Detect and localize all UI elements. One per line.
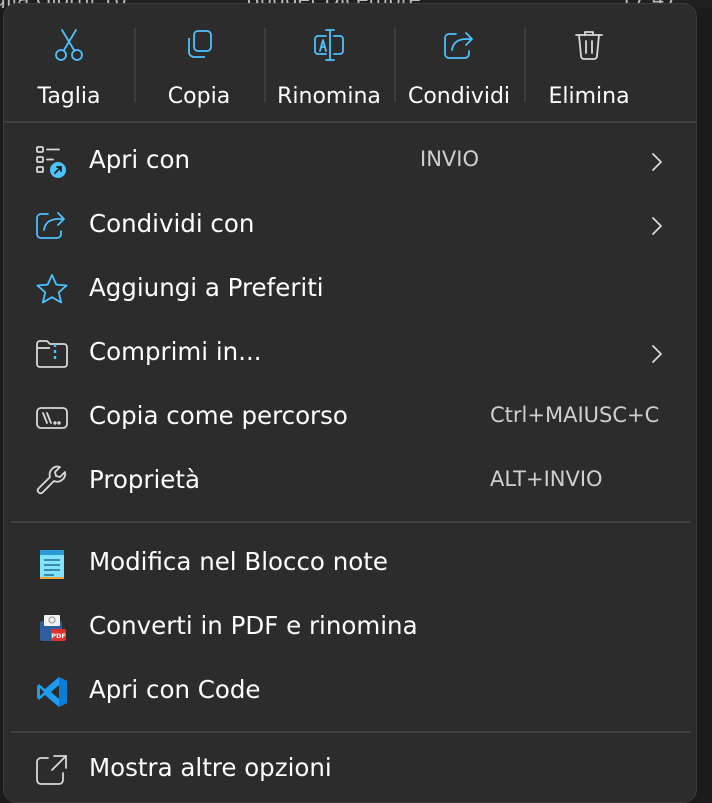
compress-label: Comprimi in... (89, 337, 262, 366)
open-with-icon (34, 144, 70, 180)
convert-pdf-label: Converti in PDF e rinomina (89, 611, 418, 640)
notepad-icon (34, 546, 70, 582)
delete-button[interactable]: Elimina (524, 12, 654, 112)
copy-button[interactable]: Copia (134, 12, 264, 112)
rename-button[interactable]: Rinomina (264, 12, 394, 112)
menu-item-copy-path[interactable]: Copia come percorso Ctrl+MAIUSC+C (12, 388, 688, 448)
zip-folder-icon (34, 336, 70, 372)
menu-item-open-code[interactable]: Apri con Code (12, 662, 688, 722)
share-label: Condividi (407, 84, 511, 109)
share-icon (34, 208, 70, 244)
copy-path-shortcut: Ctrl+MAIUSC+C (490, 403, 660, 427)
properties-label: Proprietà (89, 465, 200, 494)
open-code-label: Apri con Code (89, 675, 261, 704)
menu-item-share-with[interactable]: Condividi con (12, 196, 688, 256)
menu-item-edit-notepad[interactable]: Modifica nel Blocco note (12, 534, 688, 594)
copy-path-icon (34, 400, 70, 436)
menu-item-open-with[interactable]: Apri con INVIO (12, 132, 688, 192)
pdf-icon: PDF (34, 610, 70, 646)
copy-path-label: Copia come percorso (89, 401, 348, 430)
scissors-icon (52, 28, 86, 62)
menu-item-more-options[interactable]: Mostra altre opzioni (12, 740, 688, 800)
copy-label: Copia (167, 84, 231, 109)
more-options-icon (34, 752, 70, 788)
toolbar-separator (4, 121, 696, 123)
open-with-label: Apri con (89, 145, 190, 174)
rename-label: Rinomina (277, 84, 381, 109)
menu-separator (11, 731, 691, 733)
share-icon (442, 28, 476, 62)
trash-icon (572, 28, 606, 62)
menu-separator (11, 521, 691, 523)
chevron-right-icon (649, 341, 665, 367)
edit-notepad-label: Modifica nel Blocco note (89, 547, 388, 576)
svg-text:PDF: PDF (51, 632, 66, 640)
more-options-label: Mostra altre opzioni (89, 753, 332, 782)
chevron-right-icon (649, 149, 665, 175)
vscode-icon (34, 674, 70, 710)
rename-icon (312, 28, 346, 62)
properties-shortcut: ALT+INVIO (490, 467, 603, 491)
star-icon (34, 272, 70, 308)
menu-item-convert-pdf[interactable]: PDF Converti in PDF e rinomina (12, 598, 688, 658)
delete-label: Elimina (548, 84, 630, 109)
chevron-right-icon (649, 213, 665, 239)
open-with-shortcut: INVIO (420, 147, 479, 171)
share-button[interactable]: Condividi (394, 12, 524, 112)
cut-label: Taglia (37, 84, 101, 109)
share-with-label: Condividi con (89, 209, 255, 238)
wrench-icon (34, 464, 70, 500)
cut-button[interactable]: Taglia (4, 12, 134, 112)
context-toolbar: Taglia Copia Rinomina Condividi Elimina (4, 4, 696, 122)
add-favorites-label: Aggiungi a Preferiti (89, 273, 324, 302)
context-menu: Taglia Copia Rinomina Condividi Elimina … (3, 3, 697, 803)
copy-icon (182, 28, 216, 62)
menu-item-properties[interactable]: Proprietà ALT+INVIO (12, 452, 688, 512)
menu-item-compress[interactable]: Comprimi in... (12, 324, 688, 384)
menu-item-add-favorites[interactable]: Aggiungi a Preferiti (12, 260, 688, 320)
